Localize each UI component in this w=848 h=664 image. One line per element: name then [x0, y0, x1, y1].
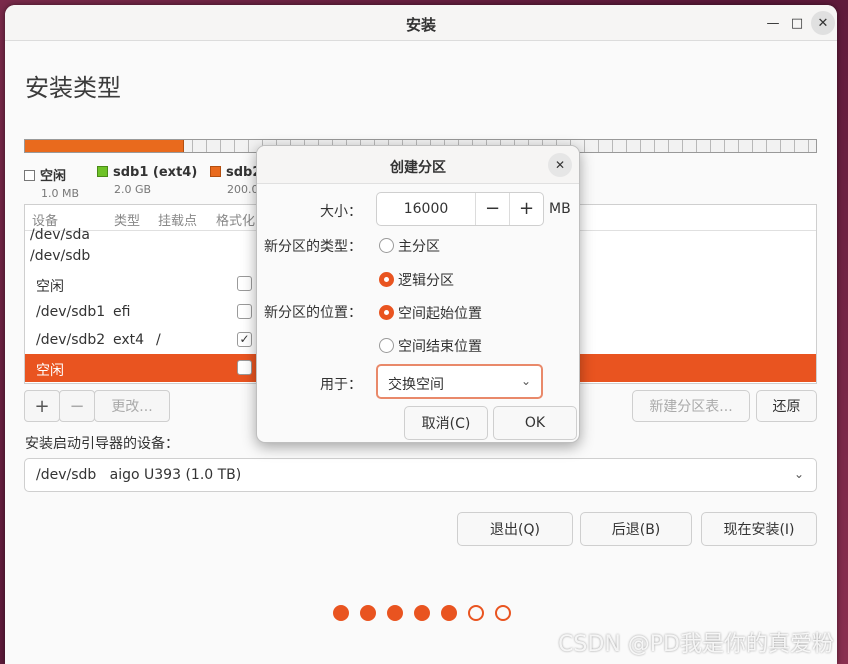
titlebar: 安装 — □ ✕ — [5, 5, 837, 41]
progress-dot-empty — [468, 605, 484, 621]
use-as-select[interactable]: 交换空间 ⌄ — [376, 364, 543, 399]
row-type: ext4 — [113, 332, 145, 348]
format-checkbox[interactable] — [237, 360, 252, 375]
close-icon[interactable]: ✕ — [548, 153, 572, 177]
maximize-icon[interactable]: □ — [785, 11, 809, 35]
radio-selected-icon — [379, 272, 394, 287]
add-partition-button[interactable]: + — [24, 390, 60, 422]
size-unit: MB — [549, 201, 571, 217]
remove-partition-button[interactable]: − — [59, 390, 95, 422]
install-now-button[interactable]: 现在安装(I) — [701, 512, 817, 546]
legend-size: 1.0 MB — [41, 187, 80, 200]
decrement-button[interactable]: − — [475, 193, 509, 225]
back-button[interactable]: 后退(B) — [580, 512, 692, 546]
radio-icon — [379, 338, 394, 353]
revert-button[interactable]: 还原 — [756, 390, 817, 422]
bootloader-device: /dev/sdb aigo U393 (1.0 TB) — [36, 467, 242, 483]
legend-swatch-sdb2 — [210, 166, 221, 177]
legend-sdb1: sdb1 (ext4) 2.0 GB — [97, 165, 197, 196]
legend-sdb2: sdb2 200.0 — [210, 165, 261, 196]
ok-button[interactable]: OK — [493, 406, 577, 440]
progress-dot-filled — [441, 605, 457, 621]
bootloader-label: 安装启动引导器的设备： — [25, 436, 179, 452]
size-spinbox[interactable]: 16000 − + — [376, 192, 544, 226]
increment-button[interactable]: + — [509, 193, 543, 225]
format-checkbox[interactable] — [237, 304, 252, 319]
location-label: 新分区的位置： — [264, 305, 362, 321]
dialog-title: 创建分区 — [390, 160, 446, 176]
type-label: 新分区的类型： — [264, 239, 362, 255]
format-checkbox-checked[interactable]: ✓ — [237, 332, 252, 347]
row-device: /dev/sdb2 — [36, 332, 106, 348]
row-mount: / — [156, 332, 161, 348]
legend-free: 空闲 1.0 MB — [24, 165, 79, 200]
radio-location-end[interactable]: 空间结束位置 — [379, 336, 482, 356]
radio-icon — [379, 238, 394, 253]
new-partition-table-button[interactable]: 新建分区表... — [632, 390, 750, 422]
use-as-value: 交换空间 — [388, 377, 444, 393]
row-device: /dev/sdb1 — [36, 304, 106, 320]
legend-name: sdb1 (ext4) — [113, 165, 198, 180]
cancel-button[interactable]: 取消(C) — [404, 406, 488, 440]
window-title: 安装 — [405, 16, 436, 34]
close-icon[interactable]: ✕ — [811, 11, 835, 35]
bootloader-device-select[interactable]: /dev/sdb aigo U393 (1.0 TB) ⌄ — [24, 458, 817, 492]
progress-dot-filled — [414, 605, 430, 621]
chevron-down-icon: ⌄ — [793, 467, 804, 481]
radio-primary[interactable]: 主分区 — [379, 236, 440, 256]
page-title: 安装类型 — [25, 74, 121, 102]
row-device: 空闲 — [36, 363, 64, 379]
legend-swatch-free — [24, 170, 35, 181]
row-device: /dev/sdb — [30, 248, 91, 264]
radio-selected-icon — [379, 305, 394, 320]
radio-logical[interactable]: 逻辑分区 — [379, 270, 454, 290]
row-type: efi — [113, 304, 131, 320]
use-as-label: 用于： — [320, 377, 362, 393]
legend-name: 空闲 — [40, 169, 67, 184]
quit-button[interactable]: 退出(Q) — [457, 512, 573, 546]
size-label: 大小： — [320, 204, 362, 220]
format-checkbox[interactable] — [237, 276, 252, 291]
minimize-icon[interactable]: — — [761, 11, 785, 35]
progress-dot-filled — [387, 605, 403, 621]
legend-swatch-sdb1 — [97, 166, 108, 177]
watermark: CSDN @PD我是你的真爱粉 — [558, 632, 834, 657]
size-value[interactable]: 16000 — [377, 201, 475, 217]
partition-bar-sdb2 — [25, 140, 184, 152]
row-device: /dev/sda — [30, 227, 90, 243]
chevron-down-icon: ⌄ — [520, 374, 531, 388]
dialog-titlebar: 创建分区 ✕ — [257, 146, 579, 184]
progress-dot-filled — [333, 605, 349, 621]
radio-location-start[interactable]: 空间起始位置 — [379, 303, 482, 323]
row-device: 空闲 — [36, 279, 64, 295]
change-partition-button[interactable]: 更改... — [94, 390, 170, 422]
progress-dot-empty — [495, 605, 511, 621]
progress-dots — [333, 605, 511, 621]
legend-size: 2.0 GB — [114, 183, 152, 196]
create-partition-dialog: 创建分区 ✕ 大小： 16000 − + MB 新分区的类型： 主分区 逻辑分区… — [256, 145, 580, 443]
progress-dot-filled — [360, 605, 376, 621]
